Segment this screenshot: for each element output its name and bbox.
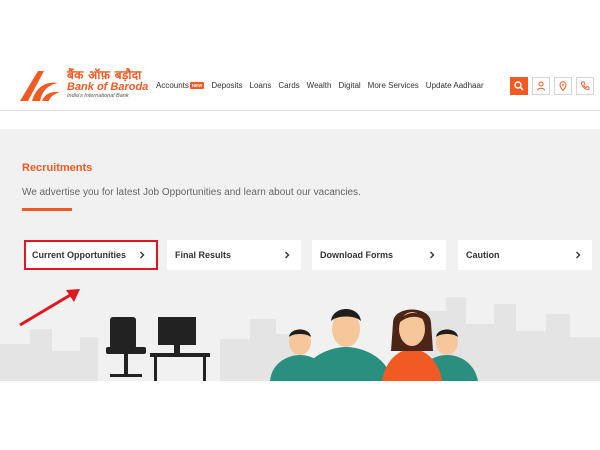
card-label: Caution: [466, 250, 500, 260]
office-desk-icon: [106, 317, 210, 381]
nav-item-accounts[interactable]: Accounts NEW: [156, 81, 205, 90]
download-forms-card[interactable]: Download Forms: [312, 240, 446, 270]
page-title: Recruitments: [22, 162, 93, 174]
card-label: Download Forms: [320, 250, 394, 260]
brand-name: Bank of Baroda: [67, 81, 149, 93]
nav-item-wealth[interactable]: Wealth: [307, 81, 332, 90]
current-opportunities-card[interactable]: Current Opportunities: [24, 240, 158, 270]
brand-tagline: India's International Bank: [67, 93, 129, 99]
location-icon: [559, 81, 567, 91]
bank-logo[interactable]: बैंक ऑफ़ बड़ौदा Bank of Baroda India's I…: [18, 69, 148, 103]
chevron-right-icon: [576, 251, 581, 259]
nav-item-label: Accounts: [156, 81, 189, 90]
card-label: Current Opportunities: [32, 250, 126, 260]
chevron-right-icon: [285, 251, 290, 259]
new-badge: NEW: [189, 82, 205, 89]
title-underline: [22, 208, 72, 211]
nav-item-update-aadhaar[interactable]: Update Aadhaar: [426, 81, 484, 90]
nav-item-cards[interactable]: Cards: [278, 81, 299, 90]
locate-button[interactable]: [554, 77, 572, 95]
brand-hindi-name: बैंक ऑफ़ बड़ौदा: [67, 68, 142, 82]
contact-button[interactable]: [576, 77, 594, 95]
phone-icon: [581, 81, 590, 90]
page-subtitle: We advertise you for latest Job Opportun…: [22, 187, 361, 198]
final-results-card[interactable]: Final Results: [167, 240, 301, 270]
recruitment-illustration: [0, 297, 600, 381]
user-icon: [537, 81, 545, 91]
account-button[interactable]: [532, 77, 550, 95]
nav-item-more-services[interactable]: More Services: [368, 81, 419, 90]
card-label: Final Results: [175, 250, 232, 260]
chevron-right-icon: [140, 251, 145, 259]
main-nav: Accounts NEW Deposits Loans Cards Wealth …: [156, 81, 484, 90]
search-icon: [514, 81, 524, 91]
recruitments-panel: Recruitments We advertise you for latest…: [0, 129, 600, 381]
nav-item-loans[interactable]: Loans: [250, 81, 272, 90]
search-button[interactable]: [510, 77, 528, 95]
nav-item-digital[interactable]: Digital: [338, 81, 360, 90]
header-icon-group: [510, 77, 594, 95]
baroda-sun-logo-icon: [20, 71, 60, 101]
annotation-arrow-icon: [19, 289, 80, 327]
nav-item-deposits[interactable]: Deposits: [211, 81, 242, 90]
chevron-right-icon: [430, 251, 435, 259]
caution-card[interactable]: Caution: [458, 240, 592, 270]
